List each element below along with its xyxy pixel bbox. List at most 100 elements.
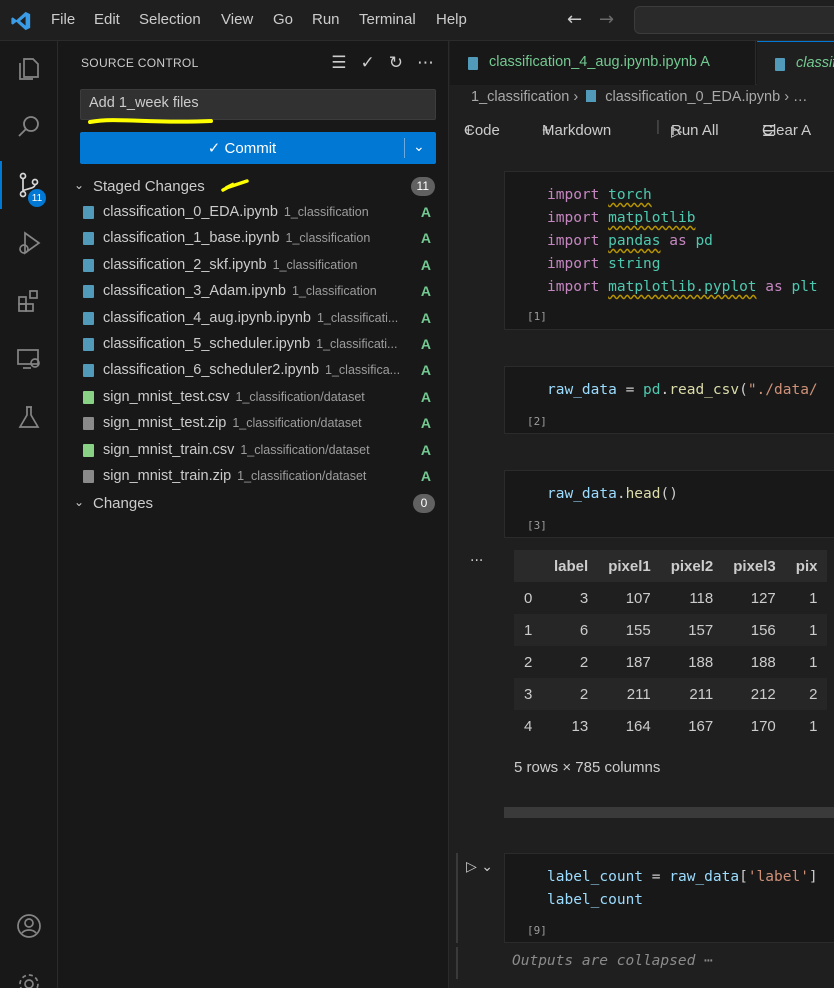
table-cell: 167 <box>688 717 714 735</box>
cell-9-code[interactable]: label_count = raw_data['label'] label_co… <box>547 866 818 912</box>
cell-3-code[interactable]: raw_data.head() <box>547 483 678 506</box>
manage-gear-icon[interactable] <box>0 960 58 988</box>
staged-file-row[interactable]: classification_0_EDA.ipynb 1_classificati… <box>58 200 449 226</box>
staged-file-row[interactable]: classification_6_scheduler2.ipynb 1_class… <box>58 358 449 384</box>
file-directory: 1_classification/dataset <box>232 416 362 431</box>
tab-classification-active[interactable]: classifi <box>757 41 834 85</box>
output-horizontal-scrollbar[interactable] <box>504 807 834 818</box>
table-cell: 4 <box>524 717 533 735</box>
cell-1-code[interactable]: import torch import matplotlib import pa… <box>547 184 818 299</box>
table-cell: 170 <box>750 717 776 735</box>
code-cell-1[interactable]: import torch import matplotlib import pa… <box>504 171 834 330</box>
column-header <box>514 550 544 582</box>
table-cell: 3 <box>579 589 589 607</box>
view-as-list-icon[interactable]: ☰ <box>331 53 346 73</box>
table-cell: 127 <box>750 589 776 607</box>
table-cell: 188 <box>750 653 776 671</box>
staged-file-row[interactable]: sign_mnist_test.zip 1_classification/data… <box>58 411 449 437</box>
file-name: sign_mnist_train.csv <box>103 441 235 458</box>
table-cell: 212 <box>723 678 786 710</box>
table-cell: 164 <box>625 717 651 735</box>
testing-flask-icon[interactable] <box>0 393 58 441</box>
column-header: pixel1 <box>598 550 661 582</box>
account-icon[interactable] <box>0 902 58 950</box>
dataframe-summary: 5 rows × 785 columns <box>514 759 661 776</box>
code-cell-2[interactable]: raw_data = pd.read_csv("./data/ [2] <box>504 366 834 434</box>
menu-run[interactable]: Run <box>312 11 340 28</box>
changes-header[interactable]: ⌄ Changes 0 <box>58 493 449 515</box>
staged-file-row[interactable]: classification_3_Adam.ipynb 1_classificat… <box>58 279 449 305</box>
table-cell: 188 <box>688 653 714 671</box>
back-arrow-icon[interactable]: ← <box>567 9 582 30</box>
menu-go[interactable]: Go <box>273 11 293 28</box>
file-status-added: A <box>420 204 431 220</box>
file-status-added: A <box>420 388 431 405</box>
more-actions-icon[interactable]: ⋯ <box>417 53 434 73</box>
code-cell-3[interactable]: raw_data.head() [3] <box>504 470 834 538</box>
file-directory: 1_classifica... <box>325 363 401 378</box>
table-cell: 2 <box>524 653 533 671</box>
file-status-added: A <box>420 283 431 300</box>
column-header: pixel2 <box>660 550 724 582</box>
staged-file-row[interactable]: sign_mnist_test.csv 1_classification/data… <box>58 385 449 411</box>
breadcrumb-file[interactable]: classification_0_EDA.ipynb <box>605 89 780 105</box>
table-cell: 1 <box>809 717 818 735</box>
menu-selection[interactable]: Selection <box>139 11 201 28</box>
file-directory: 1_classification <box>285 231 371 246</box>
table-cell: 211 <box>660 678 724 710</box>
editor-tabs: classification_4_aug.ipynb.ipynb A class… <box>450 41 834 85</box>
table-row: 2 2 187 188 188 1 <box>514 646 827 678</box>
table-cell: 107 <box>625 589 651 607</box>
table-cell: 155 <box>598 614 661 646</box>
remote-explorer-icon[interactable] <box>0 335 58 383</box>
search-icon[interactable] <box>0 103 58 151</box>
forward-arrow-icon[interactable]: → <box>599 9 614 30</box>
staged-file-row[interactable]: classification_5_scheduler.ipynb 1_classi… <box>58 332 449 358</box>
run-cell-icon[interactable]: ▷ ⌄ <box>466 859 493 875</box>
cell-2-code[interactable]: raw_data = pd.read_csv("./data/ <box>547 379 818 402</box>
vscode-logo-icon[interactable] <box>10 10 32 32</box>
staged-changes-header[interactable]: ⌄ Staged Changes 11 <box>58 176 449 198</box>
table-cell: 187 <box>625 653 651 671</box>
panel-title: SOURCE CONTROL <box>81 56 199 70</box>
menu-view[interactable]: View <box>221 11 253 28</box>
menu-edit[interactable]: Edit <box>94 11 120 28</box>
staged-file-row[interactable]: sign_mnist_train.csv 1_classification/dat… <box>58 438 449 464</box>
commit-button[interactable]: ✓ Commit ⌄ <box>80 132 436 164</box>
table-cell: 3 <box>514 678 544 710</box>
commit-check-icon[interactable]: ✓ <box>361 53 375 73</box>
source-control-icon[interactable]: 11 <box>0 161 58 209</box>
file-name: classification_1_base.ipynb <box>103 230 280 247</box>
file-status-added: A <box>420 256 431 273</box>
run-debug-icon[interactable] <box>0 219 58 267</box>
commit-dropdown-chevron-icon[interactable]: ⌄ <box>413 138 425 155</box>
notebook-file-icon <box>83 206 94 219</box>
execution-count: [1] <box>527 310 547 323</box>
staged-file-row[interactable]: classification_4_aug.ipynb.ipynb 1_classi… <box>58 306 449 332</box>
table-cell: 1 <box>809 589 818 607</box>
extensions-icon[interactable] <box>0 277 58 325</box>
notebook-toolbar: + Code + Markdown | ▷ Run All ☰ Clear A <box>464 118 812 140</box>
explorer-icon[interactable] <box>0 45 58 93</box>
menu-file[interactable]: File <box>51 11 75 28</box>
staged-file-row[interactable]: sign_mnist_train.zip 1_classification/dat… <box>58 464 449 490</box>
notebook-file-icon <box>83 285 94 299</box>
outputs-collapsed-text[interactable]: Outputs are collapsed ⋯ <box>512 953 713 969</box>
command-center-search[interactable] <box>634 6 834 34</box>
file-status-added: A <box>420 336 431 352</box>
refresh-icon[interactable]: ↻ <box>389 53 403 73</box>
execution-count: [9] <box>527 924 547 937</box>
zip-file-icon <box>83 417 94 431</box>
code-cell-9[interactable]: label_count = raw_data['label'] label_co… <box>504 853 834 943</box>
breadcrumb-folder[interactable]: 1_classification <box>471 89 569 105</box>
menu-help[interactable]: Help <box>436 11 467 28</box>
staged-file-row[interactable]: classification_2_skf.ipynb 1_classificati… <box>58 253 449 279</box>
table-cell: 211 <box>598 678 661 710</box>
output-more-actions-icon[interactable]: ... <box>470 549 483 565</box>
staged-file-row[interactable]: classification_1_base.ipynb 1_classificat… <box>58 226 449 252</box>
file-status-added: A <box>420 362 431 379</box>
notebook-file-icon <box>83 258 94 272</box>
menu-terminal[interactable]: Terminal <box>359 11 416 28</box>
tab-classification-4[interactable]: classification_4_aug.ipynb.ipynb A <box>450 41 756 85</box>
table-cell: 1 <box>809 653 818 671</box>
